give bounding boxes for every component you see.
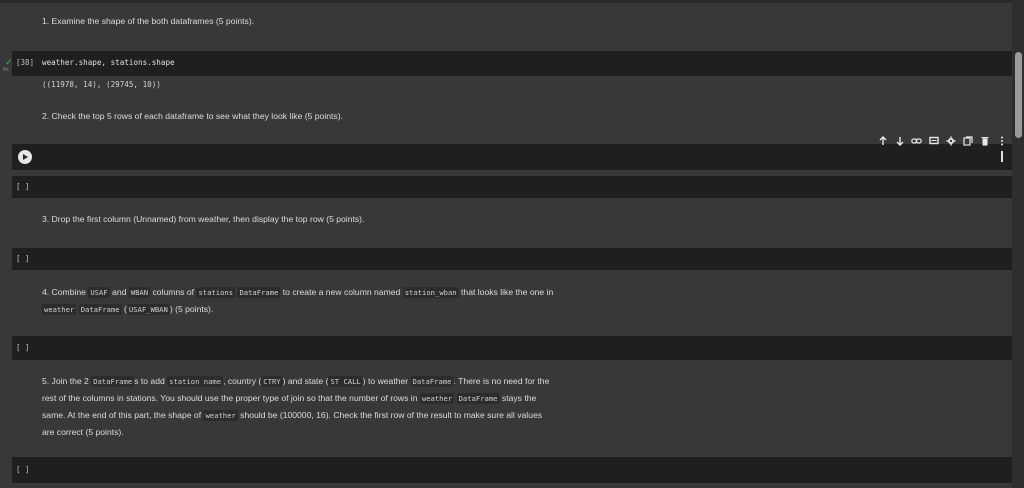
move-down-icon[interactable] [891,133,908,149]
exec-count: [ ] [16,343,30,352]
markdown-line: same. At the end of this part, the shape… [42,410,543,421]
markdown-line: 4. Combine USAF and WBAN columns of stat… [42,287,554,298]
code-source[interactable]: weather.shape, stations.shape [42,58,175,67]
markdown-cell-4: 4. Combine USAF and WBAN columns of stat… [42,284,553,318]
markdown-line: 5. Join the 2 DataFrame s to add station … [42,376,550,387]
exec-count: [38] [16,58,35,67]
code-cell-3[interactable] [12,176,1012,198]
exec-count: [ ] [16,182,30,191]
cell-toolbar [874,133,1010,149]
delete-icon[interactable] [976,133,993,149]
mirror-cell-icon[interactable] [959,133,976,149]
markdown-line: are correct (5 points). [42,427,124,437]
exec-time: 0s [3,67,10,73]
move-up-icon[interactable] [874,133,891,149]
run-cell-button[interactable] [18,150,32,164]
comment-icon[interactable] [925,133,942,149]
code-cell-5[interactable] [12,336,1012,360]
code-cell-4[interactable] [12,248,1012,270]
more-icon[interactable] [993,133,1010,149]
code-cell-2-active[interactable] [12,144,1012,170]
top-divider [0,0,1024,3]
exec-count: [ ] [16,465,30,474]
link-icon[interactable] [908,133,925,149]
markdown-line: weather DataFrame (USAF_WBAN) (5 points)… [42,304,214,315]
exec-count: [ ] [16,254,30,263]
markdown-cell-3: 3. Drop the first column (Unnamed) from … [42,214,365,224]
settings-icon[interactable] [942,133,959,149]
play-icon [23,154,28,160]
scrollbar-thumb[interactable] [1015,52,1022,138]
markdown-cell-1: 1. Examine the shape of the both datafra… [42,16,255,26]
text-cursor [1001,151,1003,162]
cell-output: ((11978, 14), (29745, 10)) [42,80,161,89]
markdown-cell-2: 2. Check the top 5 rows of each datafram… [42,111,343,121]
markdown-cell-5: 5. Join the 2 DataFrame s to add station … [42,373,549,441]
code-cell-6[interactable] [12,457,1012,483]
markdown-line: rest of the columns in stations. You sho… [42,393,537,404]
